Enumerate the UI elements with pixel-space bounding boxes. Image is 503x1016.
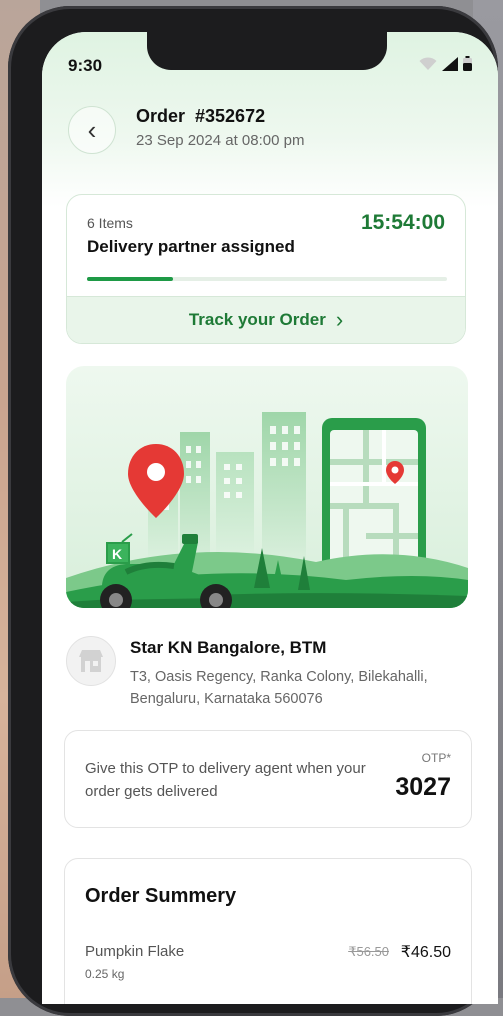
items-count: 6 Items — [87, 215, 133, 231]
item-name: Pumpkin Flake — [85, 943, 185, 960]
storefront-icon — [79, 650, 103, 672]
delivery-status: Delivery partner assigned — [87, 237, 295, 256]
store-address: T3, Oasis Regency, Ranka Colony, Bilekah… — [130, 669, 428, 707]
order-date: 23 Sep 2024 at 08:00 pm — [136, 132, 305, 149]
status-icons — [419, 56, 472, 71]
order-summary-card: Order Summery Pumpkin Flake 0.25 kg ₹56.… — [64, 858, 472, 1004]
delivery-scene-graphic: K — [66, 366, 468, 608]
otp-instructions: Give this OTP to delivery agent when you… — [85, 760, 366, 800]
item-original-price: ₹56.50 — [348, 944, 389, 959]
chevron-right-icon: › — [335, 307, 344, 332]
phone-notch — [147, 32, 387, 70]
item-quantity: 0.25 kg — [85, 967, 125, 981]
otp-label: OTP* — [421, 751, 451, 765]
back-chevron-icon: ‹ — [87, 114, 97, 145]
back-button[interactable]: ‹ — [68, 106, 116, 154]
delivery-progress-bar — [87, 277, 447, 281]
order-title: Order #352672 — [136, 106, 266, 126]
delivery-illustration: K — [66, 366, 468, 608]
eta-timer: 15:54:00 — [360, 211, 445, 234]
signal-icon — [442, 57, 458, 71]
otp-value: 3027 — [395, 773, 451, 801]
order-summary-title: Order Summery — [85, 885, 237, 907]
track-order-button[interactable]: Track your Order › — [67, 296, 465, 343]
track-order-label: Track your Order — [188, 310, 326, 329]
wifi-icon — [419, 57, 437, 70]
battery-icon — [463, 56, 472, 71]
order-status-card: 6 Items 15:54:00 Delivery partner assign… — [66, 194, 466, 344]
item-price: ₹46.50 — [400, 944, 451, 961]
status-time: 9:30 — [68, 56, 103, 75]
progress-fill — [87, 277, 174, 281]
svg-text:K: K — [112, 546, 122, 562]
phone-frame: 9:30 ‹ Order #352672 23 Sep 2024 at 08:0… — [8, 6, 498, 1016]
otp-card: Give this OTP to delivery agent when you… — [64, 730, 472, 828]
app-screen: 9:30 ‹ Order #352672 23 Sep 2024 at 08:0… — [42, 32, 498, 1004]
store-name: Star KN Bangalore, BTM — [130, 638, 327, 657]
store-icon — [66, 636, 116, 686]
